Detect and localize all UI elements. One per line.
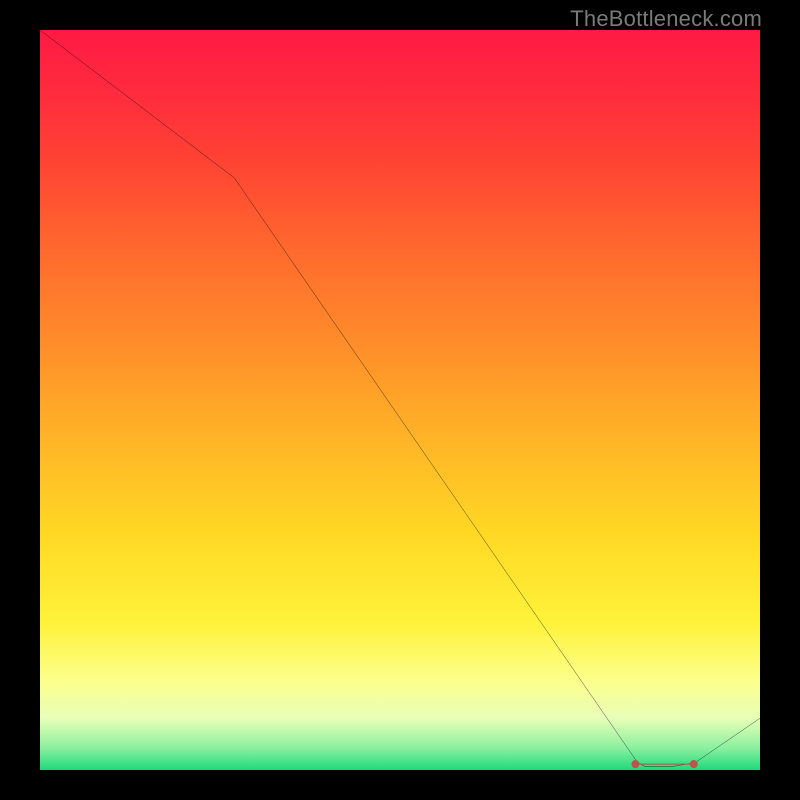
watermark-text: TheBottleneck.com [570,6,762,32]
chart-frame: TheBottleneck.com [0,0,800,800]
plot-area [40,30,760,770]
line-chart [40,30,760,770]
marker-dot-right [690,760,698,768]
marker-dot-left [631,760,639,768]
data-line [40,30,760,766]
